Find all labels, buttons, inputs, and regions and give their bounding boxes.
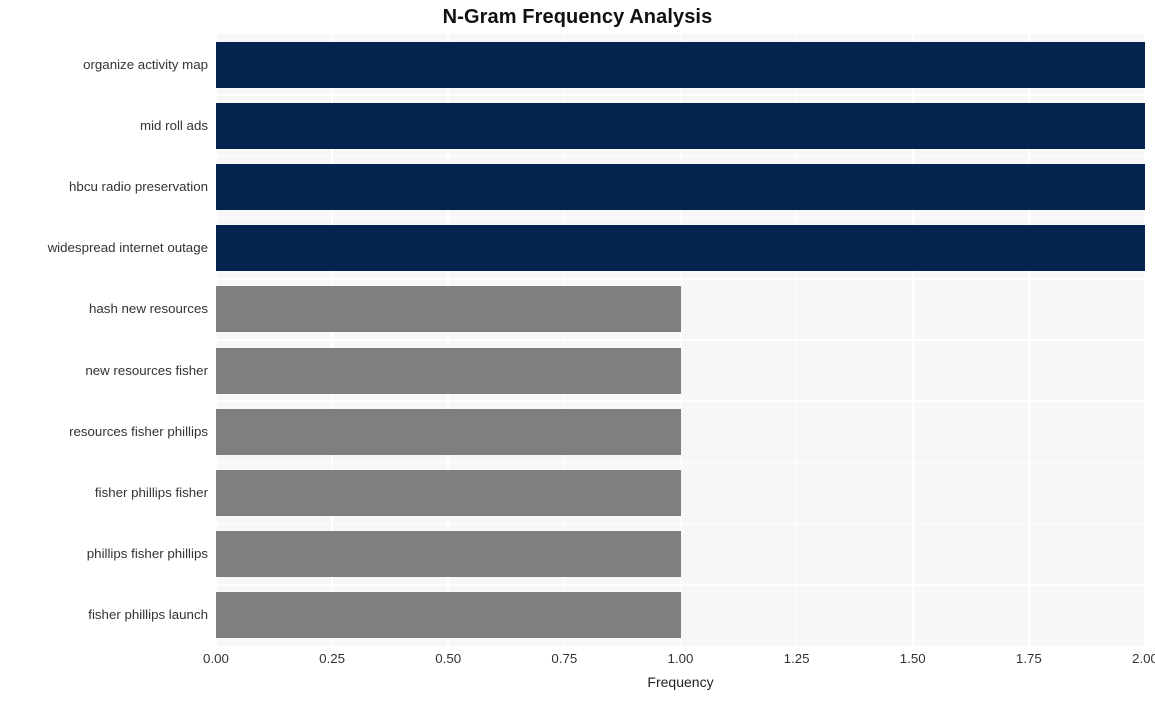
y-gridline (216, 584, 1145, 586)
y-tick-label: fisher phillips launch (88, 607, 208, 623)
y-tick-label: fisher phillips fisher (94, 485, 208, 500)
y-gridline (216, 461, 1145, 464)
x-tick-label: 0.00 (203, 651, 229, 666)
y-tick-label: phillips fisher phillips (86, 546, 208, 562)
bar[interactable] (216, 408, 681, 455)
y-gridline (216, 216, 1145, 219)
y-tick-label: widespread internet outage (47, 240, 208, 256)
bar[interactable] (216, 347, 681, 394)
plot-area (216, 34, 1145, 646)
bar[interactable] (216, 286, 681, 333)
y-tick-label: hash new resources (89, 301, 208, 317)
y-gridline (216, 94, 1145, 96)
x-axis-label: Frequency (647, 674, 714, 690)
bar[interactable] (216, 41, 1145, 88)
bar[interactable] (216, 102, 1145, 149)
x-tick-label: 1.50 (899, 651, 926, 666)
page-title: N-Gram Frequency Analysis (442, 6, 713, 28)
bar[interactable] (216, 592, 681, 639)
bar[interactable] (216, 531, 681, 578)
y-tick-label: hbcu radio preservation (69, 179, 208, 194)
x-tick-label: 1.25 (783, 651, 810, 666)
y-gridline (216, 278, 1145, 280)
x-tick-label: 0.75 (551, 651, 578, 666)
bar[interactable] (216, 225, 1145, 272)
y-gridline (216, 339, 1145, 341)
y-gridline (216, 522, 1145, 525)
y-tick-label: organize activity map (83, 56, 208, 72)
x-tick-label: 2.00 (1132, 651, 1155, 666)
y-gridline (216, 155, 1145, 158)
x-tick-label: 1.75 (1015, 651, 1042, 666)
y-gridline (216, 400, 1145, 402)
x-tick-label: 0.25 (319, 651, 346, 666)
x-tick-label: 0.50 (435, 651, 462, 666)
x-axis: 0.00 0.25 0.50 0.75 1.00 1.25 1.50 1.75 2.00 (203, 651, 1155, 671)
y-tick-label: resources fisher phillips (69, 423, 208, 439)
x-tick-label: 1.00 (667, 651, 694, 666)
y-axis: organize activity map mid roll ads hbcu ra… (0, 34, 216, 646)
y-tick-label: new resources fisher (85, 362, 208, 378)
bar[interactable] (216, 470, 681, 516)
bar[interactable] (216, 164, 1145, 210)
y-tick-label: mid roll ads (140, 117, 208, 133)
